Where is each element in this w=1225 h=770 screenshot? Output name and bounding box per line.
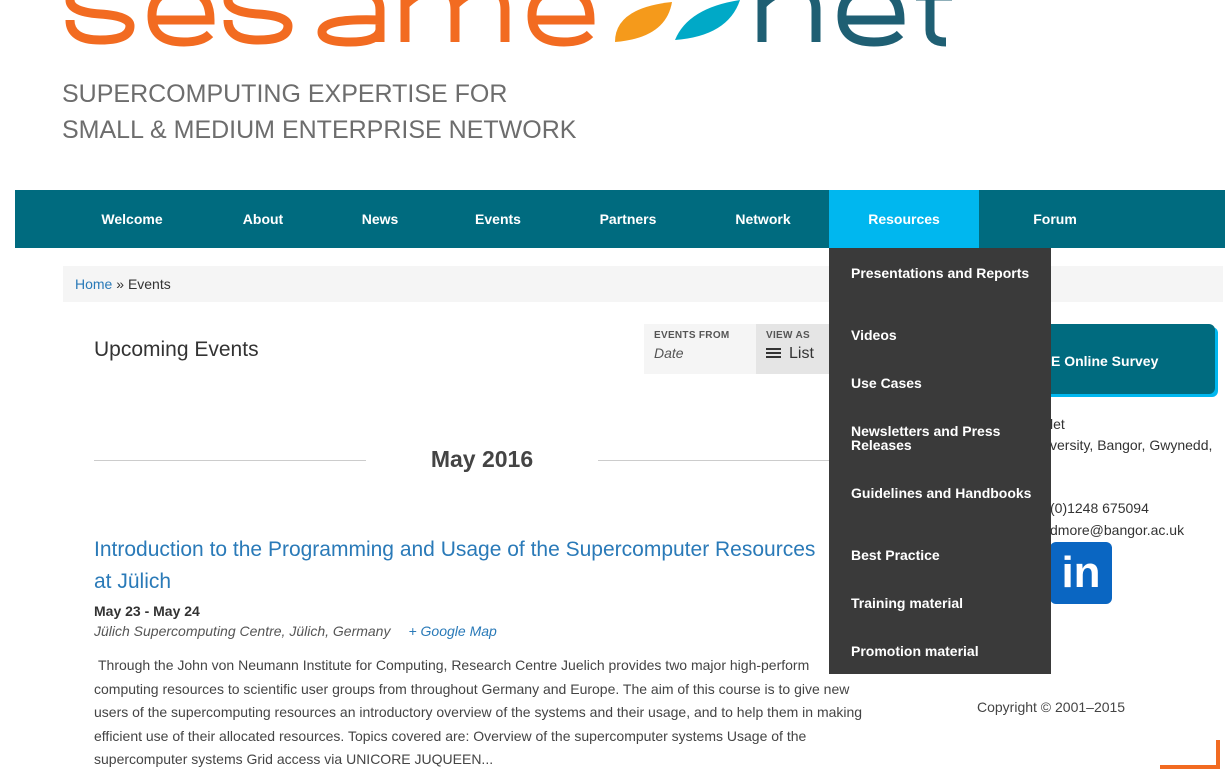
event-location: Jülich Supercomputing Centre, Jülich, Ge… (94, 623, 497, 639)
sesame-net-logo[interactable] (60, 0, 960, 60)
menu-item-newsletters[interactable]: Newsletters and Press Releases (851, 424, 1041, 452)
view-as-value: List (789, 345, 814, 362)
contact-phone: (0)1248 675094 (1050, 500, 1149, 516)
google-map-link[interactable]: + Google Map (408, 623, 496, 639)
view-as-filter[interactable]: VIEW AS List (756, 324, 832, 374)
breadcrumb-current: Events (127, 276, 171, 292)
linkedin-icon[interactable]: in (1050, 542, 1112, 604)
nav-welcome[interactable]: Welcome (82, 190, 182, 248)
events-from-filter[interactable]: EVENTS FROM Date (644, 324, 756, 374)
nav-partners[interactable]: Partners (578, 190, 678, 248)
tagline-line2: SMALL & MEDIUM ENTERPRISE NETWORK (62, 116, 577, 144)
nav-network[interactable]: Network (713, 190, 813, 248)
breadcrumb-home-link[interactable]: Home (75, 276, 112, 292)
contact-line2: versity, Bangor, Gwynedd, (1050, 437, 1213, 453)
list-icon (766, 348, 781, 359)
event-title-link[interactable]: Introduction to the Programming and Usag… (94, 534, 834, 598)
menu-item-videos[interactable]: Videos (851, 328, 1041, 342)
view-as-value-row: List (766, 345, 822, 363)
menu-item-guidelines[interactable]: Guidelines and Handbooks (851, 486, 1041, 500)
menu-item-promotion[interactable]: Promotion material (851, 644, 1041, 658)
month-heading: May 2016 (366, 442, 598, 472)
corner-decoration (1160, 740, 1220, 769)
menu-item-use-cases[interactable]: Use Cases (851, 376, 1041, 390)
nav-news[interactable]: News (330, 190, 430, 248)
menu-item-training[interactable]: Training material (851, 596, 1041, 610)
breadcrumb-separator: » (116, 276, 125, 292)
menu-item-best-practice[interactable]: Best Practice (851, 548, 1041, 562)
main-nav: Welcome About News Events Partners Netwo… (15, 190, 1225, 248)
event-venue: Jülich Supercomputing Centre, Jülich, Ge… (94, 623, 391, 639)
events-from-label: EVENTS FROM (654, 330, 730, 341)
nav-about[interactable]: About (213, 190, 313, 248)
tagline-line1: SUPERCOMPUTING EXPERTISE FOR (62, 80, 508, 108)
copyright-text: Copyright © 2001–2015 (977, 699, 1126, 715)
view-as-label: VIEW AS (766, 330, 810, 341)
nav-events[interactable]: Events (448, 190, 548, 248)
event-dates: May 23 - May 24 (94, 603, 200, 619)
contact-line1: let (1050, 416, 1065, 432)
events-from-value: Date (654, 345, 684, 361)
page-title: Upcoming Events (94, 338, 259, 361)
contact-email[interactable]: dmore@bangor.ac.uk (1050, 522, 1184, 538)
menu-item-presentations[interactable]: Presentations and Reports (851, 266, 1041, 280)
page: { "brand": { "tagline_line1": "SUPERCOMP… (0, 0, 1225, 770)
survey-label[interactable]: E Online Survey (1051, 353, 1158, 369)
event-description: Through the John von Neumann Institute f… (94, 657, 863, 767)
nav-resources[interactable]: Resources (829, 190, 979, 248)
nav-forum[interactable]: Forum (1005, 190, 1105, 248)
resources-dropdown: Presentations and Reports Videos Use Cas… (829, 248, 1051, 674)
